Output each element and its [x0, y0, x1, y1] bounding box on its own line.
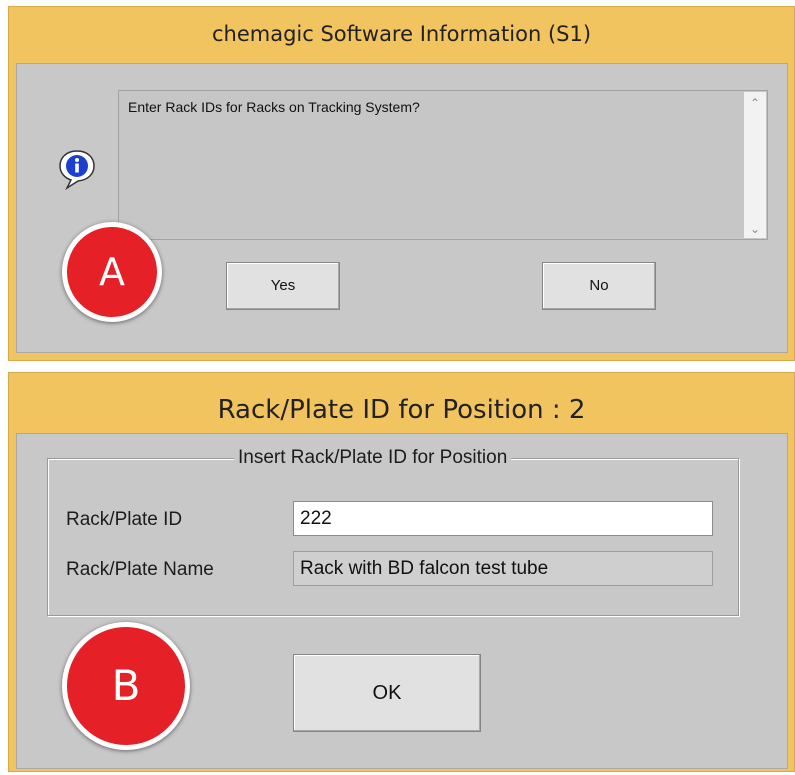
message-text: Enter Rack IDs for Racks on Tracking Sys…: [128, 99, 420, 115]
scroll-up-icon[interactable]: ⌃: [744, 96, 766, 110]
rack-name-field: Rack with BD falcon test tube: [293, 551, 713, 586]
yes-button[interactable]: Yes: [226, 262, 340, 310]
marker-b: B: [62, 622, 190, 750]
ok-button[interactable]: OK: [293, 654, 481, 732]
rack-name-label: Rack/Plate Name: [66, 559, 214, 580]
message-scrollbar[interactable]: ⌃ ⌄: [744, 92, 766, 238]
rack-id-label: Rack/Plate ID: [66, 509, 183, 530]
no-button[interactable]: No: [542, 262, 656, 310]
rack-id-group: Insert Rack/Plate ID for Position Rack/P…: [47, 447, 739, 616]
group-label: Insert Rack/Plate ID for Position: [234, 447, 512, 469]
message-box: Enter Rack IDs for Racks on Tracking Sys…: [118, 90, 768, 240]
rack-id-dialog-title: Rack/Plate ID for Position : 2: [217, 395, 586, 425]
info-dialog-title: chemagic Software Information (S1): [211, 22, 592, 46]
rack-id-input[interactable]: [293, 501, 713, 536]
info-icon: [59, 150, 95, 190]
scroll-down-icon[interactable]: ⌄: [744, 222, 766, 236]
marker-a: A: [62, 222, 162, 322]
